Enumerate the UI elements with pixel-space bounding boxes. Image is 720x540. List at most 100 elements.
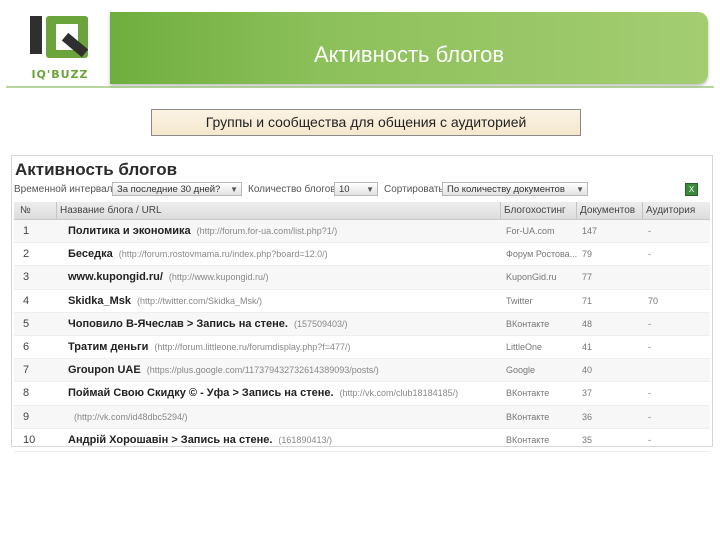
table-header: № Название блога / URL Блогохостинг Доку…	[14, 202, 710, 220]
panel-title: Активность блогов	[15, 160, 178, 179]
audience: -	[648, 341, 651, 352]
blog-title[interactable]: Skidka_Msk	[68, 295, 131, 307]
blog-title[interactable]: Чоповило В-Ячеслав > Запись на стене.	[68, 318, 288, 330]
doc-count: 48	[582, 318, 593, 329]
blog-title[interactable]: Groupon UAE	[68, 364, 141, 376]
table-row[interactable]: 7 Groupon UAE (https://plus.google.com/117…	[14, 359, 710, 383]
interval-select-value: За последние 30 дней?	[117, 184, 221, 195]
blog-host: Google	[506, 365, 536, 376]
blog-host: ВКонтакте	[506, 411, 550, 422]
col-name[interactable]: Название блога / URL	[60, 205, 162, 216]
blog-host: Форум Ростова...	[506, 249, 578, 260]
table-row[interactable]: 3 www.kupongid.ru/ (http://www.kupongid.ru…	[14, 266, 710, 290]
chevron-down-icon: ▼	[366, 185, 374, 194]
blog-url[interactable]: (157509403/)	[294, 319, 348, 329]
blog-url[interactable]: (161890413/)	[278, 435, 332, 445]
blog-url[interactable]: (http://forum.littleone.ru/forumdisplay.…	[154, 342, 350, 352]
blog-host: ВКонтакте	[506, 388, 550, 399]
blog-table: № Название блога / URL Блогохостинг Доку…	[14, 202, 710, 452]
doc-count: 37	[582, 388, 593, 399]
iq-logo-mark-icon	[30, 16, 89, 58]
blog-activity-panel: Активность блогов Временной интервал За …	[11, 155, 713, 452]
audience: -	[648, 226, 651, 236]
table-row[interactable]: 9 (http://vk.com/id48dbc5294/) ВКонтакте 36…	[14, 405, 710, 429]
table-row[interactable]: 8 Поймай Свою Скидку © - Уфа > Запись на …	[14, 382, 710, 406]
row-number: 1	[23, 225, 30, 237]
doc-count: 147	[582, 226, 598, 236]
row-number: 3	[23, 271, 30, 284]
sort-select-value: По количеству документов	[447, 184, 565, 195]
interval-label: Временной интервал	[14, 184, 113, 195]
doc-count: 36	[582, 411, 593, 422]
blog-url[interactable]: (http://forum.rostovmama.ru/index.php?bo…	[119, 249, 328, 259]
row-number: 10	[23, 433, 36, 446]
header-divider	[6, 86, 714, 88]
doc-count: 41	[582, 341, 593, 352]
blog-name[interactable]: Тратим деньги (http://forum.littleone.ru/…	[68, 341, 351, 353]
chevron-down-icon: ▼	[230, 185, 238, 194]
doc-count: 79	[582, 249, 593, 260]
col-host[interactable]: Блогохостинг	[504, 205, 566, 216]
table-row[interactable]: 2 Беседка (http://forum.rostovmama.ru/inde…	[14, 243, 710, 267]
table-row[interactable]: 5 Чоповило В-Ячеслав > Запись на стене. (1…	[14, 312, 710, 336]
audience: -	[648, 318, 651, 329]
blog-url[interactable]: (https://plus.google.com/117379432732614…	[147, 365, 379, 375]
blog-host: KuponGid.ru	[506, 272, 557, 283]
iqbuzz-logo: IQ'BUZZ	[16, 10, 104, 86]
slide-title: Активность блогов	[313, 42, 505, 67]
audience: -	[648, 434, 651, 445]
col-num[interactable]: №	[20, 205, 31, 216]
blog-title[interactable]: Поймай Свою Скидку © - Уфа > Запись на с…	[68, 387, 334, 399]
blog-url[interactable]: (http://vk.com/club18184185/)	[340, 388, 459, 398]
table-row[interactable]: 4 Skidka_Msk (http://twitter.com/Skidka_Ms…	[14, 290, 710, 313]
col-docs[interactable]: Документов	[580, 205, 635, 216]
audience: 70	[648, 295, 659, 306]
logo-caption: IQ'BUZZ	[31, 68, 89, 81]
blog-url[interactable]: (http://twitter.com/Skidka_Msk/)	[137, 296, 262, 306]
row-number: 7	[23, 364, 30, 377]
doc-count: 71	[582, 295, 593, 306]
count-select[interactable]: 10 ▼	[334, 182, 378, 196]
blog-name[interactable]: Groupon UAE (https://plus.google.com/1173…	[68, 364, 379, 376]
blog-name[interactable]: Чоповило В-Ячеслав > Запись на стене. (15…	[68, 318, 348, 330]
blog-name[interactable]: Беседка (http://forum.rostovmama.ru/index…	[68, 248, 328, 260]
sort-select[interactable]: По количеству документов ▼	[442, 182, 588, 196]
blog-name[interactable]: Политика и экономика (http://forum.for-ua…	[68, 225, 337, 237]
interval-select[interactable]: За последние 30 дней? ▼	[112, 182, 242, 196]
blog-url[interactable]: (http://www.kupongid.ru/)	[169, 272, 269, 282]
column-divider	[500, 202, 501, 219]
column-divider	[56, 202, 57, 219]
doc-count: 77	[582, 272, 593, 283]
blog-name[interactable]: (http://vk.com/id48dbc5294/)	[68, 411, 188, 423]
blog-host: For-UA.com	[506, 226, 555, 236]
blog-name[interactable]: www.kupongid.ru/ (http://www.kupongid.ru/…	[68, 271, 268, 283]
blog-url[interactable]: (http://vk.com/id48dbc5294/)	[74, 412, 188, 422]
column-divider	[576, 202, 577, 219]
table-row[interactable]: 10 Андрій Хорошавін > Запись на стене. (16…	[14, 429, 710, 452]
table-body: 1 Политика и экономика (http://forum.for-u…	[14, 220, 710, 452]
blog-title[interactable]: Андрій Хорошавін > Запись на стене.	[68, 434, 272, 446]
blog-title[interactable]: Политика и экономика	[68, 225, 191, 237]
excel-icon[interactable]: X	[685, 183, 698, 196]
blog-name[interactable]: Андрій Хорошавін > Запись на стене. (1618…	[68, 434, 332, 446]
blog-name[interactable]: Skidka_Msk (http://twitter.com/Skidka_Msk…	[68, 295, 262, 307]
blog-host: ВКонтакте	[506, 318, 550, 329]
table-row[interactable]: 1 Политика и экономика (http://forum.for-u…	[14, 220, 710, 244]
blog-name[interactable]: Поймай Свою Скидку © - Уфа > Запись на с…	[68, 387, 458, 399]
doc-count: 35	[582, 434, 593, 445]
row-number: 5	[23, 317, 30, 330]
blog-host: ВКонтакте	[506, 434, 550, 445]
col-audience[interactable]: Аудитория	[646, 205, 695, 216]
blog-title[interactable]: Тратим деньги	[68, 341, 148, 353]
filter-bar: Временной интервал За последние 30 дней?…	[14, 182, 704, 198]
blog-title[interactable]: www.kupongid.ru/	[68, 271, 163, 283]
title-bar: Активность блогов	[110, 12, 708, 84]
count-select-value: 10	[339, 184, 350, 195]
blog-title[interactable]: Беседка	[68, 248, 113, 260]
slide-subtitle: Группы и сообщества для общения с аудито…	[151, 109, 581, 136]
table-row[interactable]: 6 Тратим деньги (http://forum.littleone.ru…	[14, 336, 710, 360]
blog-url[interactable]: (http://forum.for-ua.com/list.php?1/)	[197, 226, 338, 236]
audience: -	[648, 388, 651, 399]
row-number: 2	[23, 248, 30, 261]
row-number: 9	[23, 410, 30, 423]
